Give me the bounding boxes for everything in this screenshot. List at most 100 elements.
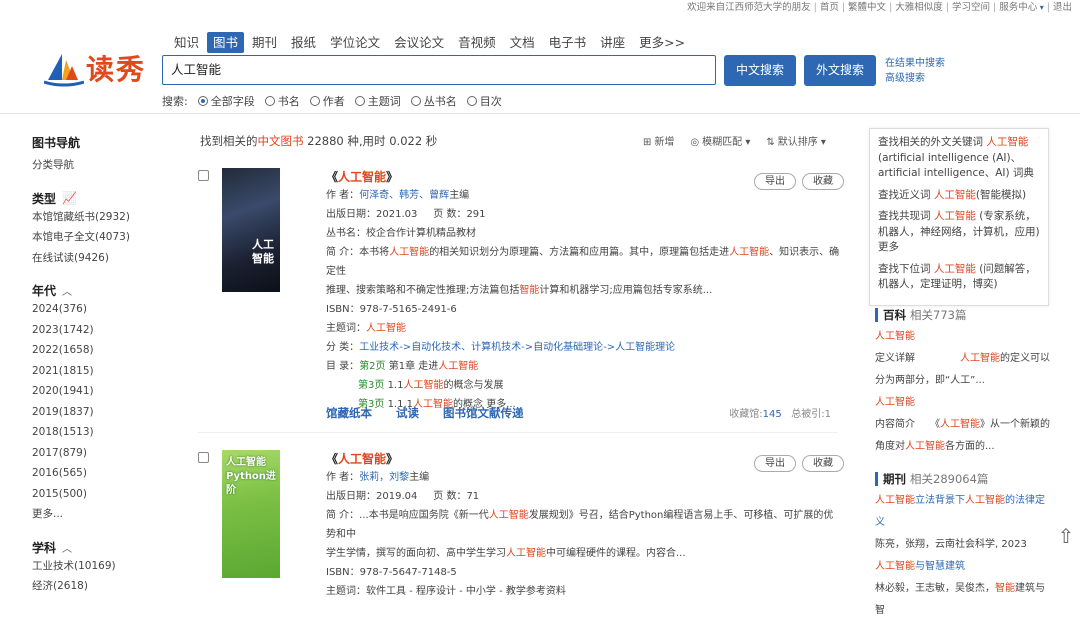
tab-lectures[interactable]: 讲座 <box>594 32 631 53</box>
fuzzy-match-dropdown[interactable]: ◎ 模糊匹配 ▾ <box>690 133 750 148</box>
journal-panel: 期刊 相关289064篇 人工智能立法背景下人工智能的法律定义 陈亮，张翔，云南社… <box>875 472 1050 622</box>
tab-more[interactable]: 更多>> <box>633 32 691 53</box>
sailboat-logo-icon <box>44 54 84 87</box>
year-filter-item[interactable]: 2023(1742) <box>32 320 162 341</box>
year-filter-item[interactable]: 2024(376) <box>32 299 162 320</box>
foreign-search-button[interactable]: 外文搜索 <box>804 55 876 86</box>
year-filter-item[interactable]: 2018(1513) <box>32 422 162 443</box>
record-toc: 目 录：第2页 第1章 走进人工智能 <box>326 361 479 372</box>
tab-media[interactable]: 音视频 <box>452 32 502 53</box>
welcome-text: 欢迎来自江西师范大学的朋友 <box>687 2 811 13</box>
year-filter-item[interactable]: 2017(879) <box>32 443 162 464</box>
journal-entry[interactable]: 人工智能立法背景下人工智能的法律定义 <box>875 490 1050 534</box>
encyclopedia-snippet: 角度对人工智能各方面的... <box>875 441 995 452</box>
year-filter-item[interactable]: 2015(500) <box>32 484 162 505</box>
year-more-link[interactable]: 更多... <box>32 504 162 525</box>
scope-all-fields[interactable]: 全部字段 <box>197 93 255 109</box>
encyclopedia-entry[interactable]: 人工智能 <box>875 392 1050 414</box>
tab-journals[interactable]: 期刊 <box>246 32 283 53</box>
chinese-search-button[interactable]: 中文搜索 <box>724 55 796 86</box>
favorite-button[interactable]: 收藏 <box>802 455 844 472</box>
class-link[interactable]: 工业技术 <box>359 342 399 353</box>
related-keywords-panel: 查找相关的外文关键词 人工智能 (artificial intelligence… <box>869 128 1049 306</box>
year-section-title[interactable]: 年代 ︿ <box>32 282 162 299</box>
journal-entry[interactable]: 人工智能与智慧建筑 <box>875 556 1050 578</box>
year-filter-item[interactable]: 2022(1658) <box>32 340 162 361</box>
tab-newspapers[interactable]: 报纸 <box>285 32 322 53</box>
record-isbn: ISBN：978-7-5647-7148-5 <box>326 567 457 578</box>
toc-line[interactable]: 第3页 1.1人工智能的概念与发展 <box>326 376 841 395</box>
scope-series[interactable]: 丛书名 <box>410 93 457 109</box>
author-link[interactable]: 张莉，刘黎 <box>359 472 409 483</box>
export-button[interactable]: 导出 <box>754 173 796 190</box>
radio-icon <box>309 96 320 106</box>
scope-author[interactable]: 作者 <box>309 93 345 109</box>
tab-knowledge[interactable]: 知识 <box>168 32 205 53</box>
home-link[interactable]: 首页 <box>820 2 839 13</box>
author-link[interactable]: 何泽奇、韩芳、曾辉 <box>359 190 449 201</box>
chart-icon[interactable]: 📈 <box>62 191 77 205</box>
study-space-link[interactable]: 学习空间 <box>952 2 990 13</box>
type-filter-item[interactable]: 本馆电子全文(4073) <box>32 227 162 248</box>
chevron-up-icon: ︿ <box>62 543 73 555</box>
results-summary: 找到相关的中文图书 22880 种,用时 0.022 秒 <box>200 134 438 148</box>
record-checkbox[interactable] <box>198 170 209 181</box>
left-navigation: 图书导航 分类导航 类型 📈 本馆馆藏纸书(2932) 本馆电子全文(4073) … <box>32 134 162 597</box>
category-nav-link[interactable]: 分类导航 <box>32 155 162 176</box>
scope-toc[interactable]: 目次 <box>466 93 502 109</box>
tab-conference[interactable]: 会议论文 <box>388 32 450 53</box>
narrower-terms[interactable]: 查找下位词 人工智能 (问题解答，机器人，定理证明，博奕) <box>878 262 1040 293</box>
record-actions: 导出 收藏 <box>754 173 844 190</box>
new-filter[interactable]: ⊞ 新增 <box>643 133 674 148</box>
synonyms[interactable]: 查找近义词 人工智能(智能模拟) <box>878 188 1040 204</box>
year-filter-item[interactable]: 2021(1815) <box>32 361 162 382</box>
tab-documents[interactable]: 文档 <box>504 32 541 53</box>
year-filter-item[interactable]: 2020(1941) <box>32 381 162 402</box>
traditional-chinese-link[interactable]: 繁體中文 <box>848 2 886 13</box>
class-link[interactable]: 人工智能理论 <box>615 342 675 353</box>
class-link[interactable]: 自动化技术、计算机技术 <box>411 342 521 353</box>
search-input[interactable]: 人工智能 <box>162 55 716 85</box>
record-subject: 主题词：人工智能 <box>326 323 406 334</box>
tab-books[interactable]: 图书 <box>207 32 245 53</box>
library-holdings-link[interactable]: 馆藏纸本 <box>326 405 372 421</box>
type-filter-item[interactable]: 在线试读(9426) <box>32 248 162 269</box>
similarity-link[interactable]: 大雅相似度 <box>895 2 943 13</box>
subject-section-title[interactable]: 学科 ︿ <box>32 539 162 556</box>
year-filter-item[interactable]: 2016(565) <box>32 463 162 484</box>
tab-ebooks[interactable]: 电子书 <box>543 32 593 53</box>
cooccurring-terms[interactable]: 查找共现词 人工智能 (专家系统，机器人，神经网络，计算机，应用) 更多 <box>878 209 1040 256</box>
logout-link[interactable]: 退出 <box>1053 2 1072 13</box>
scope-title[interactable]: 书名 <box>264 93 300 109</box>
type-filter-item[interactable]: 本馆馆藏纸书(2932) <box>32 207 162 228</box>
search-in-results-link[interactable]: 在结果中搜索 <box>885 56 945 71</box>
subject-link[interactable]: 人工智能 <box>366 323 406 334</box>
radio-icon <box>354 96 365 106</box>
journal-title[interactable]: 期刊 相关289064篇 <box>875 472 1050 486</box>
sort-dropdown[interactable]: ⇅ 默认排序 ▾ <box>766 133 826 148</box>
logo-text: 读秀 <box>86 53 147 86</box>
radio-icon <box>197 96 208 106</box>
foreign-keywords[interactable]: 查找相关的外文关键词 人工智能 (artificial intelligence… <box>878 135 1040 182</box>
site-logo[interactable]: 读秀 <box>44 52 154 90</box>
document-delivery-link[interactable]: 图书馆文献传递 <box>443 405 524 421</box>
new-icon: ⊞ <box>643 137 652 148</box>
record-abstract: 简 介：本书将人工智能的相关知识划分为原理篇、方法篇和应用篇。其中，原理篇包括走… <box>326 247 840 296</box>
class-link[interactable]: 自动化基础理论 <box>533 342 603 353</box>
book-cover-image[interactable]: 人工智能 Python进阶 <box>222 450 280 578</box>
book-cover-image[interactable]: 人工智能 <box>222 168 280 292</box>
scope-subject[interactable]: 主题词 <box>354 93 401 109</box>
subject-filter-item[interactable]: 经济(2618) <box>32 576 162 597</box>
favorite-button[interactable]: 收藏 <box>802 173 844 190</box>
encyclopedia-title[interactable]: 百科 相关773篇 <box>875 308 1050 322</box>
back-to-top-icon[interactable]: ⇧ <box>1054 524 1078 550</box>
advanced-search-link[interactable]: 高级搜索 <box>885 71 945 86</box>
encyclopedia-entry[interactable]: 人工智能 <box>875 326 1050 348</box>
subject-filter-item[interactable]: 工业技术(10169) <box>32 556 162 577</box>
preview-link[interactable]: 试读 <box>396 405 419 421</box>
tab-theses[interactable]: 学位论文 <box>324 32 386 53</box>
year-filter-item[interactable]: 2019(1837) <box>32 402 162 423</box>
export-button[interactable]: 导出 <box>754 455 796 472</box>
record-checkbox[interactable] <box>198 452 209 463</box>
service-center-link[interactable]: 服务中心 ▾ <box>999 2 1044 13</box>
